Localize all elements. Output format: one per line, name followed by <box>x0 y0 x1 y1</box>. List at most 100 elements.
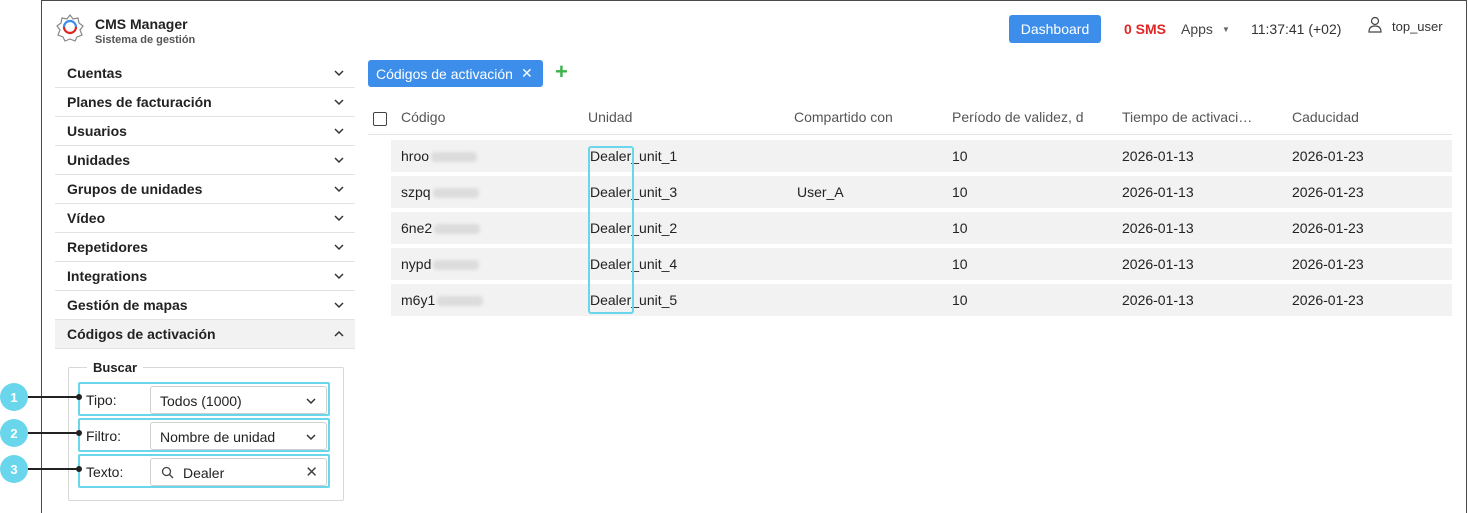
filtro-select[interactable]: Nombre de unidad <box>150 422 327 450</box>
sidebar-item-label: Usuarios <box>67 123 127 139</box>
sidebar: Cuentas Planes de facturación Usuarios U… <box>55 59 355 349</box>
cell-expiry: 2026-01-23 <box>1292 184 1364 200</box>
sidebar-item-mapas[interactable]: Gestión de mapas <box>55 291 355 320</box>
chevron-down-icon <box>306 434 316 441</box>
col-periodo[interactable]: Período de validez, d <box>952 109 1084 125</box>
username[interactable]: top_user <box>1392 19 1443 34</box>
table-row[interactable]: m6y1 Dealer_unit_5 10 2026-01-13 2026-01… <box>391 284 1452 316</box>
sidebar-item-usuarios[interactable]: Usuarios <box>55 117 355 146</box>
chevron-down-icon <box>334 302 344 309</box>
redacted-mask <box>431 152 478 163</box>
cell-activation: 2026-01-13 <box>1122 292 1194 308</box>
chevron-down-icon <box>334 244 344 251</box>
sms-counter[interactable]: 0 SMS <box>1124 21 1166 37</box>
select-all-checkbox[interactable] <box>373 112 387 126</box>
texto-label: Texto: <box>86 464 124 480</box>
cell-code: hroo <box>401 148 478 164</box>
sidebar-item-label: Planes de facturación <box>67 94 212 110</box>
cell-activation: 2026-01-13 <box>1122 220 1194 236</box>
add-button[interactable]: + <box>555 59 568 85</box>
col-compartido[interactable]: Compartido con <box>794 109 893 125</box>
sidebar-item-planes[interactable]: Planes de facturación <box>55 88 355 117</box>
cell-validity: 10 <box>952 220 968 236</box>
sidebar-item-cuentas[interactable]: Cuentas <box>55 59 355 88</box>
user-icon[interactable] <box>1368 16 1382 34</box>
filtro-label: Filtro: <box>86 428 121 444</box>
callout-dot-2 <box>76 430 82 436</box>
chevron-down-icon <box>334 128 344 135</box>
sidebar-item-label: Gestión de mapas <box>67 297 188 313</box>
chevron-down-icon <box>334 273 344 280</box>
tipo-row: Tipo: Todos (1000) <box>78 382 330 416</box>
callout-line-3 <box>28 468 78 470</box>
chevron-down-icon <box>334 215 344 222</box>
clear-icon[interactable]: ✕ <box>305 463 318 481</box>
sidebar-item-label: Unidades <box>67 152 131 168</box>
cell-unit: Dealer_unit_3 <box>590 184 678 200</box>
cell-code: szpq <box>401 184 479 200</box>
app-window: CMS Manager Sistema de gestión Dashboard… <box>41 0 1467 513</box>
callout-line-2 <box>28 432 78 434</box>
close-icon[interactable]: ✕ <box>521 65 533 82</box>
top-header: CMS Manager Sistema de gestión Dashboard… <box>42 1 1466 57</box>
chevron-down-icon <box>306 398 316 405</box>
cell-activation: 2026-01-13 <box>1122 184 1194 200</box>
texto-value: Dealer <box>183 465 225 481</box>
cell-activation: 2026-01-13 <box>1122 256 1194 272</box>
apps-caret-icon[interactable]: ▼ <box>1222 25 1230 34</box>
redacted-mask <box>437 296 484 307</box>
callout-3: 3 <box>0 455 28 483</box>
sidebar-item-label: Grupos de unidades <box>67 181 203 197</box>
filtro-row: Filtro: Nombre de unidad <box>78 418 330 452</box>
tab-codigos-activacion[interactable]: Códigos de activación ✕ <box>368 60 543 87</box>
cell-code: 6ne2 <box>401 220 481 236</box>
cell-unit: Dealer_unit_2 <box>590 220 678 236</box>
redacted-mask <box>434 224 481 235</box>
sidebar-item-codigos[interactable]: Códigos de activación <box>55 320 355 349</box>
texto-input[interactable]: Dealer ✕ <box>150 458 327 486</box>
codes-table: Código Unidad Compartido con Período de … <box>368 99 1452 316</box>
chevron-down-icon <box>334 99 344 106</box>
clock: 11:37:41 (+02) <box>1251 21 1342 37</box>
tipo-label: Tipo: <box>86 392 117 408</box>
cell-expiry: 2026-01-23 <box>1292 292 1364 308</box>
tipo-select[interactable]: Todos (1000) <box>150 386 327 414</box>
table-row[interactable]: nypd Dealer_unit_4 10 2026-01-13 2026-01… <box>391 248 1452 280</box>
redacted-mask <box>432 188 479 199</box>
cell-unit: Dealer_unit_4 <box>590 256 678 272</box>
sidebar-item-grupos[interactable]: Grupos de unidades <box>55 175 355 204</box>
chevron-down-icon <box>334 186 344 193</box>
dashboard-button[interactable]: Dashboard <box>1009 15 1101 43</box>
cell-expiry: 2026-01-23 <box>1292 148 1364 164</box>
chevron-up-icon <box>334 330 344 337</box>
col-activacion[interactable]: Tiempo de activaci… <box>1122 109 1252 125</box>
col-unidad[interactable]: Unidad <box>588 109 632 125</box>
cell-code: m6y1 <box>401 292 484 308</box>
tipo-value: Todos (1000) <box>160 393 242 409</box>
sidebar-item-integrations[interactable]: Integrations <box>55 262 355 291</box>
col-codigo[interactable]: Código <box>401 109 445 125</box>
filtro-value: Nombre de unidad <box>160 429 276 445</box>
callout-dot-3 <box>76 466 82 472</box>
cell-expiry: 2026-01-23 <box>1292 220 1364 236</box>
cell-validity: 10 <box>952 256 968 272</box>
table-row[interactable]: hroo Dealer_unit_1 10 2026-01-13 2026-01… <box>391 140 1452 172</box>
table-header: Código Unidad Compartido con Período de … <box>368 99 1452 135</box>
sidebar-item-repetidores[interactable]: Repetidores <box>55 233 355 262</box>
redacted-mask <box>433 260 480 271</box>
apps-menu[interactable]: Apps <box>1181 21 1213 37</box>
search-panel: Buscar Tipo: Todos (1000) Filtro: Nombre… <box>68 360 344 501</box>
cell-validity: 10 <box>952 184 968 200</box>
logo-icon <box>56 14 84 42</box>
cell-validity: 10 <box>952 292 968 308</box>
sidebar-item-label: Repetidores <box>67 239 148 255</box>
cell-validity: 10 <box>952 148 968 164</box>
chevron-down-icon <box>334 70 344 77</box>
callout-1: 1 <box>0 383 28 411</box>
table-row[interactable]: szpq Dealer_unit_3 User_A 10 2026-01-13 … <box>391 176 1452 208</box>
sidebar-item-label: Vídeo <box>67 210 106 226</box>
col-caducidad[interactable]: Caducidad <box>1292 109 1359 125</box>
table-row[interactable]: 6ne2 Dealer_unit_2 10 2026-01-13 2026-01… <box>391 212 1452 244</box>
sidebar-item-unidades[interactable]: Unidades <box>55 146 355 175</box>
sidebar-item-video[interactable]: Vídeo <box>55 204 355 233</box>
